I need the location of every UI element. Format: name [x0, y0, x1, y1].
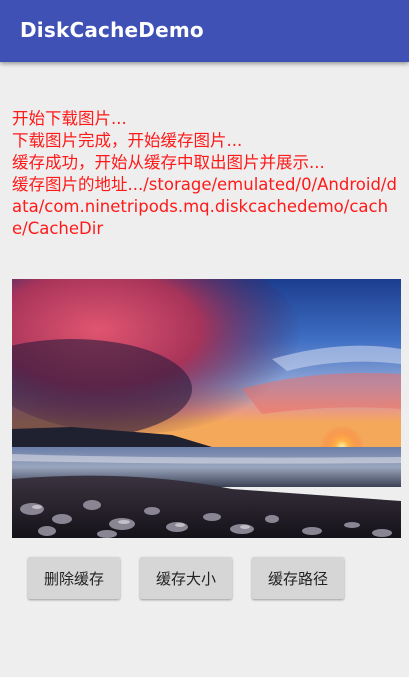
cache-path-button[interactable]: 缓存路径	[252, 557, 344, 599]
log-line: 缓存图片的地址.../storage/emulated/0/Android/da…	[12, 175, 397, 238]
status-log: 开始下载图片... 下载图片完成，开始缓存图片... 缓存成功，开始从缓存中取出…	[12, 108, 402, 240]
sunset-beach-image	[12, 279, 401, 538]
log-line: 开始下载图片...	[12, 109, 127, 128]
log-line: 下载图片完成，开始缓存图片...	[12, 131, 243, 150]
app-title: DiskCacheDemo	[20, 18, 204, 42]
cached-image	[12, 279, 401, 538]
delete-cache-button[interactable]: 删除缓存	[28, 557, 120, 599]
log-line: 缓存成功，开始从缓存中取出图片并展示...	[12, 153, 325, 172]
cache-size-button[interactable]: 缓存大小	[140, 557, 232, 599]
app-bar: DiskCacheDemo	[0, 0, 409, 62]
